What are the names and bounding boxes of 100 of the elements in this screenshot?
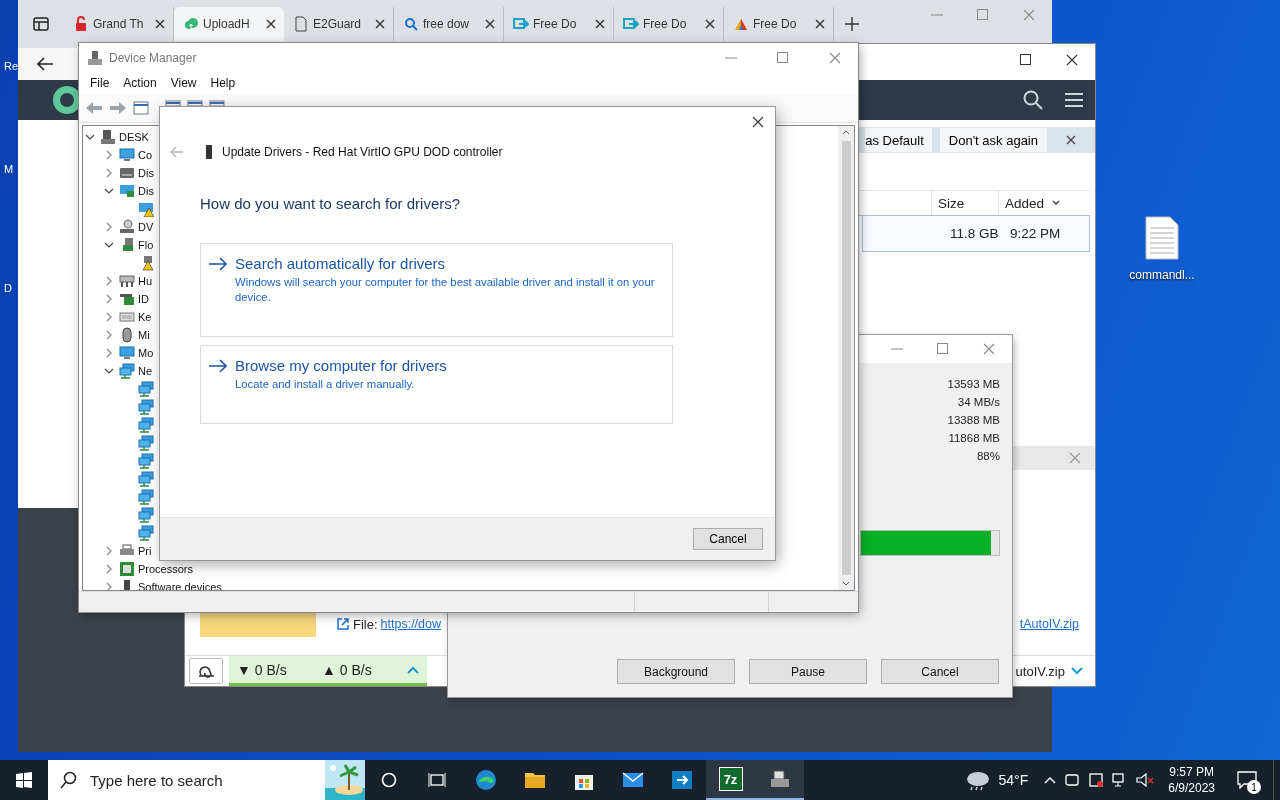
chevron-down-icon[interactable] bbox=[104, 186, 114, 196]
infobar-button[interactable]: as Default bbox=[865, 128, 932, 152]
sidebar-icon[interactable] bbox=[33, 16, 49, 32]
dialog-heading: How do you want to search for drivers? bbox=[200, 195, 462, 212]
tree-item[interactable]: DESK bbox=[119, 131, 149, 143]
computer-icon bbox=[100, 129, 116, 145]
chevron-right-icon[interactable] bbox=[104, 150, 114, 160]
close-icon[interactable] bbox=[483, 17, 497, 31]
network-adapter-icon bbox=[138, 507, 154, 523]
tree-item[interactable]: Hu bbox=[138, 275, 153, 287]
device-manager-icon bbox=[87, 49, 103, 66]
dialog-button[interactable]: Pause bbox=[749, 659, 867, 684]
tree-item[interactable]: Ne bbox=[138, 365, 153, 377]
search-field[interactable]: Type here to search bbox=[88, 770, 312, 790]
close-icon[interactable] bbox=[1065, 134, 1077, 146]
chevron-right-icon[interactable] bbox=[104, 168, 114, 178]
notifications-button[interactable]: 1 bbox=[1229, 760, 1265, 800]
chevron-down-icon[interactable] bbox=[104, 240, 114, 250]
tree-item[interactable]: Flo bbox=[138, 239, 154, 251]
chevron-right-icon[interactable] bbox=[104, 330, 114, 340]
chevron-right-icon[interactable] bbox=[104, 546, 114, 556]
chevron-right-icon[interactable] bbox=[104, 348, 114, 358]
clock[interactable]: 9:57 PM 6/9/2023 bbox=[1168, 764, 1215, 796]
close-icon[interactable] bbox=[751, 115, 765, 129]
scroll-down-icon[interactable] bbox=[842, 581, 850, 586]
menu-item[interactable]: View bbox=[163, 76, 204, 90]
plus-icon[interactable] bbox=[844, 16, 860, 32]
column-header[interactable]: Added bbox=[1005, 195, 1045, 211]
text-file-icon[interactable] bbox=[1145, 216, 1179, 260]
file-name: utoIV.zip bbox=[1015, 663, 1065, 679]
menu-icon[interactable] bbox=[1065, 93, 1083, 107]
desktop-icon-label[interactable]: commandl... bbox=[1129, 268, 1195, 282]
file-name-link[interactable]: tAutoIV.zip bbox=[1019, 617, 1079, 631]
chevron-right-icon[interactable] bbox=[104, 276, 114, 286]
display-warning-icon bbox=[138, 201, 154, 217]
option-title: Search automatically for drivers bbox=[235, 255, 447, 272]
tree-item[interactable]: Mo bbox=[138, 347, 154, 359]
close-icon[interactable] bbox=[153, 17, 167, 31]
option-card[interactable]: Browse my computer for drivers Locate and install a driver manually. bbox=[200, 345, 673, 424]
scroll-up-icon[interactable] bbox=[842, 130, 850, 135]
taskbar-app-button[interactable]: 7z bbox=[706, 760, 755, 800]
progress-value: 13593 MB bbox=[947, 377, 1000, 392]
tree-item[interactable]: Mi bbox=[138, 329, 150, 341]
progress-value: 11868 MB bbox=[948, 431, 1000, 446]
speaker-muted-icon[interactable] bbox=[1136, 772, 1155, 788]
chevron-right-icon[interactable] bbox=[104, 564, 114, 574]
browser-tab[interactable]: Free Do bbox=[614, 7, 724, 41]
file-link[interactable]: https://dow bbox=[380, 617, 441, 631]
tree-item[interactable]: DV bbox=[138, 221, 154, 233]
chevron-right-icon[interactable] bbox=[104, 222, 114, 232]
right-arrow-icon bbox=[208, 257, 228, 271]
lock-icon bbox=[73, 16, 89, 32]
browser-tab[interactable]: E2Guard bbox=[284, 7, 394, 41]
search-icon[interactable] bbox=[1023, 90, 1043, 110]
column-header[interactable]: Size bbox=[938, 195, 965, 211]
tree-item[interactable]: Dis bbox=[138, 167, 154, 179]
mouse-icon bbox=[119, 327, 135, 343]
close-icon[interactable] bbox=[703, 17, 717, 31]
table-row[interactable]: 11.8 GB 9:22 PM bbox=[862, 216, 1090, 252]
maximize-icon[interactable] bbox=[1019, 53, 1033, 67]
option-card[interactable]: Search automatically for drivers Windows will search your computer for the best available driver and install it on your device. bbox=[200, 243, 673, 337]
cancel-button[interactable]: Cancel bbox=[693, 528, 763, 550]
chevron-right-icon[interactable] bbox=[104, 312, 114, 322]
dialog-button[interactable]: Background bbox=[617, 659, 735, 684]
taskbar-app-button[interactable] bbox=[755, 760, 804, 800]
dialog-button[interactable]: Cancel bbox=[881, 659, 999, 684]
tree-item[interactable]: Ke bbox=[138, 311, 152, 323]
browser-tab[interactable]: Free Do bbox=[724, 7, 834, 41]
table-cell-text: 11.8 GB bbox=[949, 226, 1000, 241]
close-icon[interactable] bbox=[264, 17, 278, 31]
browser-tab[interactable]: Free Do bbox=[504, 7, 614, 41]
tree-item[interactable]: Processors bbox=[138, 563, 194, 575]
close-icon[interactable] bbox=[1065, 53, 1079, 67]
chevron-right-icon[interactable] bbox=[104, 294, 114, 304]
search-box[interactable]: Type here to search bbox=[48, 760, 365, 800]
close-icon[interactable] bbox=[373, 17, 387, 31]
browser-tab[interactable]: free dow bbox=[394, 7, 504, 41]
option-description: Locate and install a driver manually. bbox=[235, 377, 416, 392]
close-icon[interactable] bbox=[593, 17, 607, 31]
menu-item[interactable]: Help bbox=[203, 76, 243, 90]
back-arrow-icon[interactable] bbox=[36, 56, 54, 72]
close-icon[interactable] bbox=[813, 17, 827, 31]
menu-item[interactable]: File bbox=[83, 76, 117, 90]
infobar-button[interactable]: Don't ask again bbox=[939, 128, 1047, 152]
browser-tab[interactable]: UploadH bbox=[174, 7, 284, 41]
app-logo: 7z bbox=[718, 767, 743, 791]
chevron-down-icon[interactable] bbox=[104, 366, 114, 376]
menu-item[interactable]: Action bbox=[116, 76, 164, 90]
toolbar-window-icon[interactable] bbox=[133, 101, 149, 115]
tree-item[interactable]: Dis bbox=[138, 185, 154, 197]
speed-limit-button[interactable] bbox=[189, 658, 223, 684]
tree-item[interactable]: Co bbox=[138, 149, 153, 161]
tree-item[interactable]: Pri bbox=[138, 545, 152, 557]
external-link-icon[interactable] bbox=[336, 617, 350, 631]
chevron-down-icon[interactable] bbox=[85, 132, 95, 142]
network-adapter-icon bbox=[138, 399, 154, 415]
tree-item[interactable]: ID bbox=[138, 293, 149, 305]
download-icon bbox=[623, 16, 639, 32]
weather-temperature: 54°F bbox=[998, 772, 1029, 788]
scrollbar-thumb[interactable] bbox=[841, 141, 851, 575]
